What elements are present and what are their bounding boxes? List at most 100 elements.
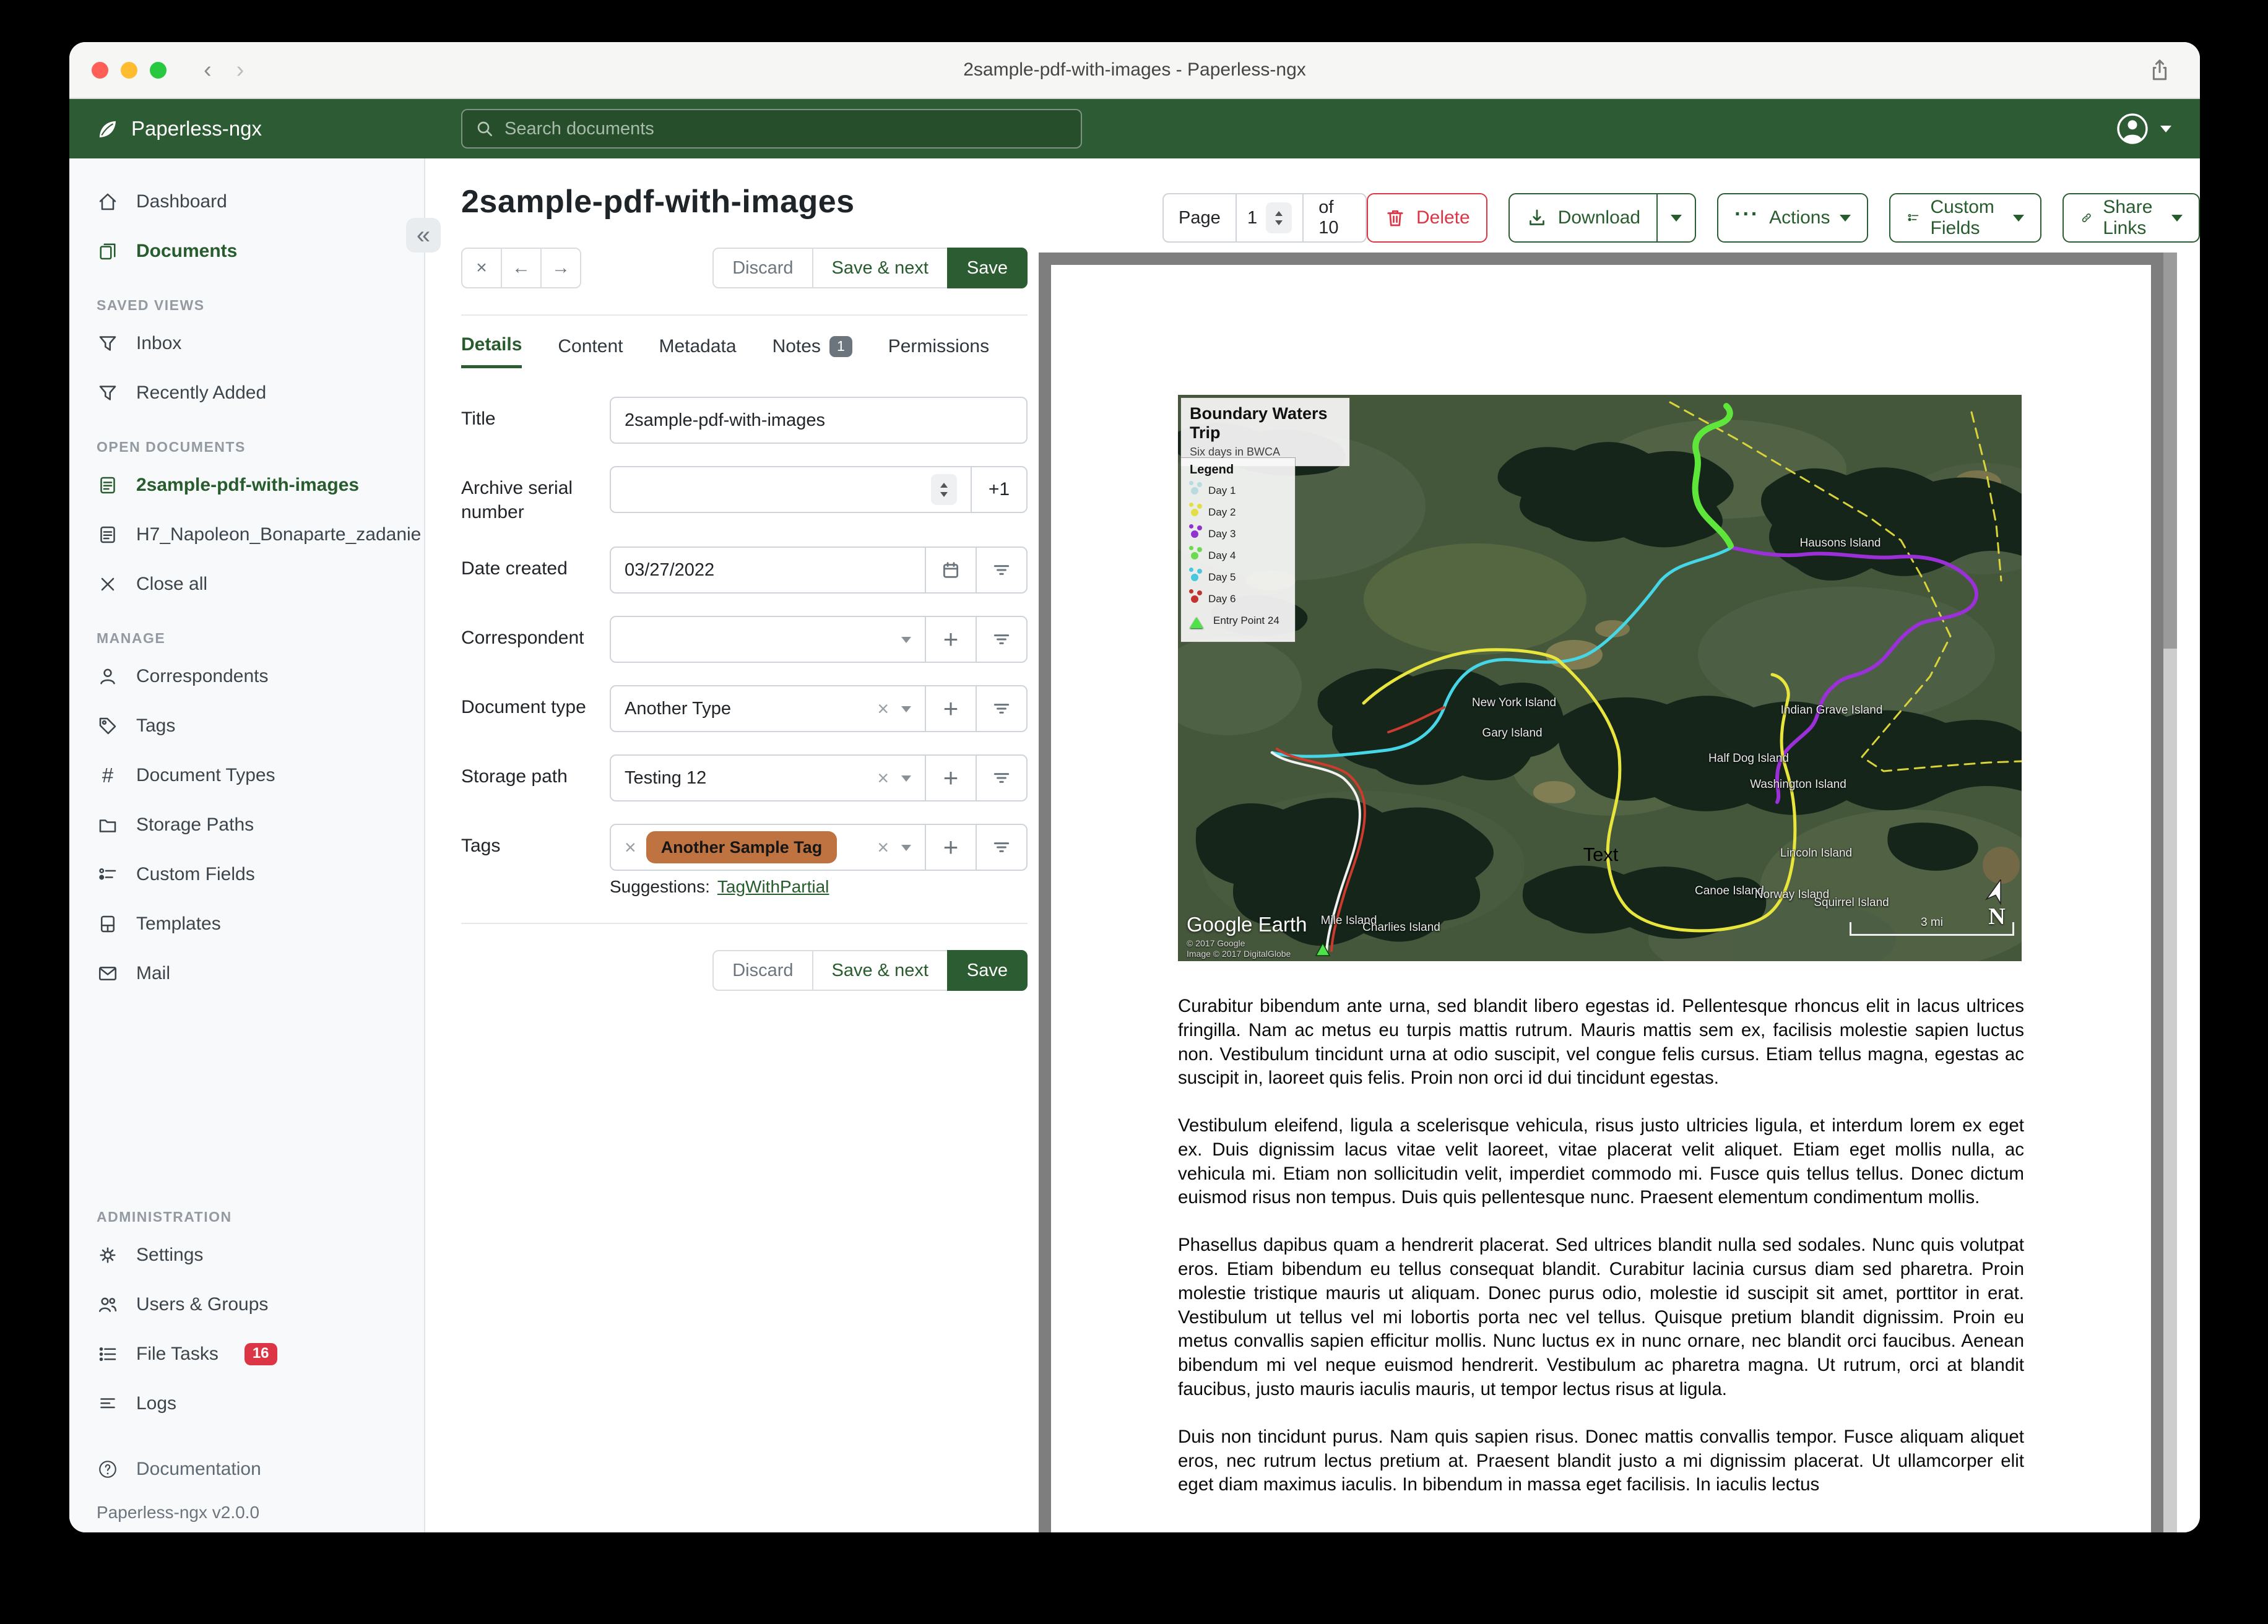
sidebar-item-documents[interactable]: Documents	[69, 227, 424, 276]
legend-item: Day 4	[1189, 546, 1286, 564]
sidebar-item-users-groups[interactable]: Users & Groups	[69, 1280, 424, 1329]
storage-filter-button[interactable]	[976, 754, 1028, 801]
brand[interactable]: Paperless-ngx	[94, 116, 262, 142]
tab-notes[interactable]: Notes 1	[773, 334, 852, 368]
add-correspondent-button[interactable]: +	[925, 616, 977, 663]
administration-header: ADMINISTRATION	[97, 1209, 232, 1225]
actions-button[interactable]: ··· Actions	[1717, 193, 1869, 243]
document-type-select[interactable]: Another Type ×	[610, 685, 926, 732]
minimize-window-button[interactable]	[121, 61, 137, 79]
sidebar-item-logs[interactable]: Logs	[69, 1379, 424, 1428]
number-stepper[interactable]	[931, 474, 957, 505]
island-label: New York Island	[1471, 696, 1557, 709]
mail-icon	[97, 962, 119, 985]
legend-item: Day 6	[1189, 589, 1286, 607]
track-marker-icon	[1189, 546, 1202, 559]
sidebar-item-tags[interactable]: Tags	[69, 701, 424, 751]
download-button[interactable]: Download	[1508, 193, 1658, 243]
add-storage-button[interactable]: +	[925, 754, 977, 801]
tags-select[interactable]: × Another Sample Tag ×	[610, 824, 926, 871]
save-button[interactable]: Save	[946, 248, 1028, 288]
save-next-button-bottom[interactable]: Save & next	[812, 950, 948, 991]
sidebar-item-settings[interactable]: Settings	[69, 1230, 424, 1280]
asn-plus-one-button[interactable]: +1	[971, 466, 1028, 513]
legend-item: Day 5	[1189, 568, 1286, 585]
next-document-button[interactable]: →	[540, 248, 581, 288]
page-number-field[interactable]: 1	[1235, 193, 1304, 243]
sidebar-item-close-all[interactable]: Close all	[69, 559, 424, 609]
zoom-window-button[interactable]	[150, 61, 167, 79]
suggestion-link[interactable]: TagWithPartial	[717, 877, 829, 896]
title-input[interactable]	[625, 410, 1013, 431]
previous-document-button[interactable]: ←	[501, 248, 542, 288]
island-label: Washington Island	[1750, 778, 1846, 791]
sidebar-item-mail[interactable]: Mail	[69, 949, 424, 998]
sidebar-item-inbox[interactable]: Inbox	[69, 319, 424, 368]
correspondent-select[interactable]	[610, 616, 926, 663]
save-button-bottom[interactable]: Save	[946, 950, 1028, 991]
doctype-field-label: Document type	[461, 697, 586, 717]
document-icon	[97, 524, 119, 546]
share-icon[interactable]	[2147, 57, 2173, 83]
paperless-logo-icon	[94, 116, 120, 142]
sidebar-item-dashboard[interactable]: Dashboard	[69, 177, 424, 227]
close-window-button[interactable]	[92, 61, 108, 79]
island-label: Charlies Island	[1362, 921, 1440, 934]
custom-fields-button[interactable]: Custom Fields	[1889, 193, 2041, 243]
sidebar-item-file-tasks[interactable]: File Tasks 16	[69, 1329, 424, 1379]
browser-back-icon[interactable]: ‹	[204, 57, 212, 84]
user-menu[interactable]	[2114, 111, 2171, 147]
tab-content[interactable]: Content	[558, 334, 623, 368]
date-created-input[interactable]	[625, 559, 911, 581]
page-label: Page	[1162, 193, 1237, 243]
sidebar-item-open-doc-current[interactable]: 2sample-pdf-with-images	[69, 460, 424, 510]
delete-button[interactable]: Delete	[1366, 193, 1487, 243]
search-bar[interactable]	[461, 109, 1082, 149]
home-icon	[97, 191, 119, 213]
sidebar-item-documentation[interactable]: Documentation	[69, 1445, 424, 1494]
tags-filter-button[interactable]	[976, 824, 1028, 871]
tag-chip[interactable]: Another Sample Tag	[646, 831, 838, 863]
calendar-button[interactable]	[925, 546, 977, 594]
correspondent-filter-button[interactable]	[976, 616, 1028, 663]
custom-fields-icon	[97, 863, 119, 886]
browser-forward-icon[interactable]: ›	[236, 57, 245, 84]
asn-input[interactable]	[625, 479, 957, 500]
download-options-button[interactable]	[1656, 193, 1697, 243]
tab-details[interactable]: Details	[461, 334, 522, 368]
sidebar-item-templates[interactable]: Templates	[69, 899, 424, 949]
remove-tag-icon[interactable]: ×	[625, 837, 636, 857]
pdf-scrollbar[interactable]	[2163, 253, 2177, 1532]
doctype-filter-button[interactable]	[976, 685, 1028, 732]
map-scale-bar: 3 mi	[1850, 916, 2014, 936]
document-edit-panel: 2sample-pdf-with-images × ← → Discard Sa…	[425, 158, 1039, 1532]
sidebar-item-custom-fields[interactable]: Custom Fields	[69, 850, 424, 899]
add-tag-button[interactable]: +	[925, 824, 977, 871]
pdf-scrollbar-thumb[interactable]	[2163, 253, 2177, 649]
add-doctype-button[interactable]: +	[925, 685, 977, 732]
clear-icon[interactable]: ×	[877, 837, 889, 857]
pdf-viewer[interactable]: Boundary Waters Trip Six days in BWCA Le…	[1039, 253, 2177, 1532]
sidebar-item-open-doc-other[interactable]: H7_Napoleon_Bonaparte_zadanie	[69, 510, 424, 559]
save-next-button[interactable]: Save & next	[812, 248, 948, 288]
tab-permissions[interactable]: Permissions	[888, 334, 989, 368]
sidebar-item-recently-added[interactable]: Recently Added	[69, 368, 424, 418]
sidebar-item-storage-paths[interactable]: Storage Paths	[69, 800, 424, 850]
sidebar-item-correspondents[interactable]: Correspondents	[69, 652, 424, 701]
search-input[interactable]	[504, 118, 1068, 139]
window-title: 2sample-pdf-with-images - Paperless-ngx	[963, 59, 1306, 80]
tab-metadata[interactable]: Metadata	[659, 334, 736, 368]
saved-views-header: SAVED VIEWS	[97, 297, 205, 313]
sidebar-item-document-types[interactable]: # Document Types	[69, 751, 424, 800]
storage-path-select[interactable]: Testing 12 ×	[610, 754, 926, 801]
clear-icon[interactable]: ×	[877, 699, 889, 719]
close-document-button[interactable]: ×	[461, 248, 502, 288]
sidebar-collapse-button[interactable]: «	[406, 218, 441, 253]
clear-icon[interactable]: ×	[877, 768, 889, 788]
share-links-button[interactable]: Share Links	[2062, 193, 2200, 243]
date-filter-button[interactable]	[976, 546, 1028, 594]
island-label: Gary Island	[1482, 727, 1543, 740]
discard-button-bottom[interactable]: Discard	[712, 950, 813, 991]
discard-button[interactable]: Discard	[712, 248, 813, 288]
page-stepper[interactable]	[1266, 202, 1292, 233]
